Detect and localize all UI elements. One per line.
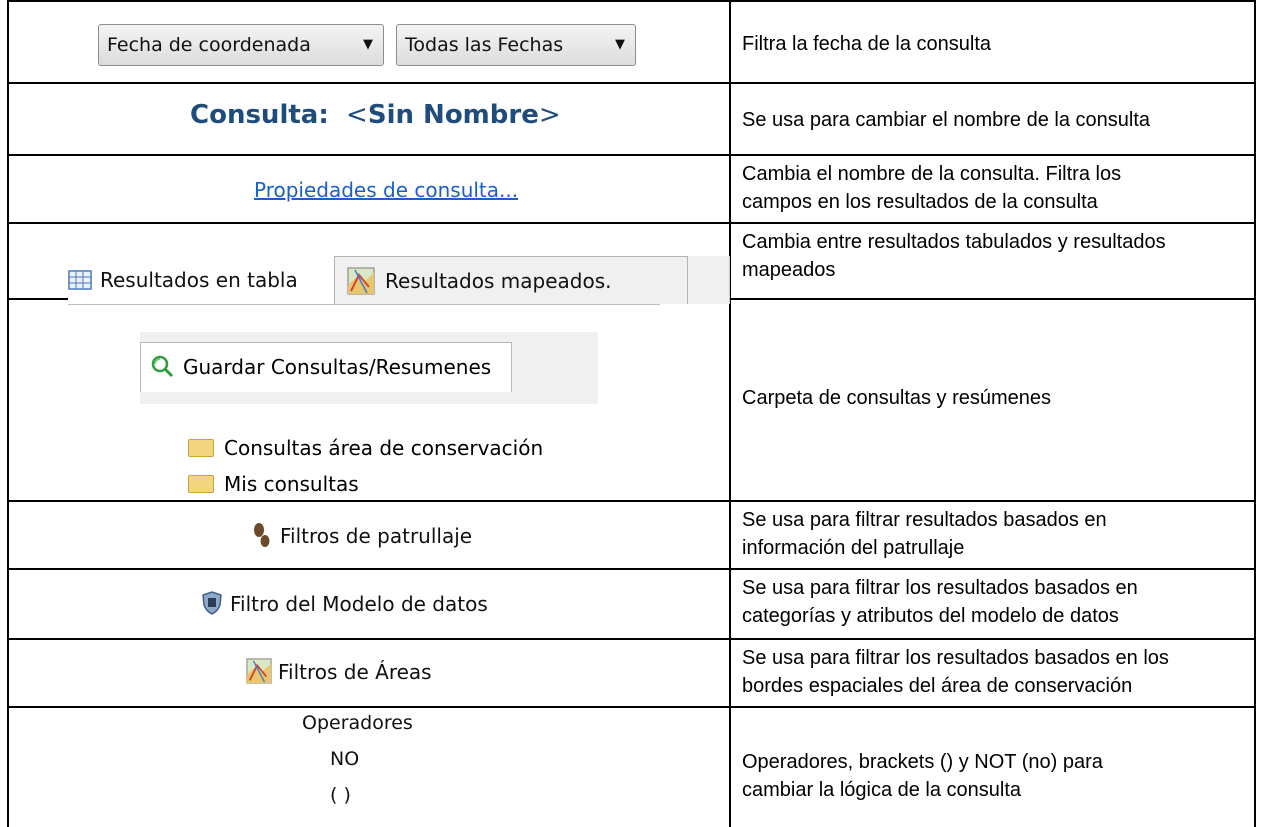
row-divider — [8, 500, 1256, 502]
results-tabs: Resultados en tabla Resultados mapeados. — [68, 256, 730, 305]
folder-label: Consultas área de conservación — [224, 436, 544, 460]
description-line: información del patrullaje — [742, 537, 965, 559]
patrol-filters-item[interactable]: Filtros de patrullaje — [250, 522, 472, 548]
row-divider — [8, 82, 1256, 84]
table-border-top — [8, 0, 1256, 2]
chevron-down-icon: ▼ — [615, 37, 625, 52]
description-line: bordes espaciales del área de conservaci… — [742, 675, 1133, 697]
folder-item[interactable]: Mis consultas — [188, 472, 359, 496]
chevron-down-icon: ▼ — [363, 37, 373, 52]
tab-table-results[interactable]: Resultados en tabla — [68, 256, 298, 304]
angle-close: > — [538, 100, 561, 130]
reference-table: Fecha de coordenada ▼ Todas las Fechas ▼… — [0, 0, 1276, 827]
date-field-dropdown-label: Fecha de coordenada — [107, 34, 311, 56]
tab-label: Resultados mapeados. — [385, 269, 612, 293]
row-description: Se usa para filtrar los resultados basad… — [742, 574, 1250, 630]
date-field-dropdown[interactable]: Fecha de coordenada ▼ — [98, 24, 384, 66]
angle-open: < — [337, 100, 368, 130]
description-line: Cambia el nombre de la consulta. Filtra … — [742, 163, 1122, 185]
tab-saved-queries[interactable]: Guardar Consultas/Resumenes — [140, 342, 512, 392]
description-line: Se usa para filtrar los resultados basad… — [742, 647, 1169, 669]
operators-header: Operadores — [302, 712, 413, 734]
tab-mapped-results[interactable]: Resultados mapeados. — [334, 256, 688, 304]
tab-label: Resultados en tabla — [100, 268, 298, 292]
description-line: campos en los resultados de la consulta — [742, 191, 1098, 213]
table-icon — [68, 270, 92, 290]
description-line: categorías y atributos del modelo de dat… — [742, 605, 1119, 627]
row-description: Cambia entre resultados tabulados y resu… — [742, 228, 1250, 284]
date-range-dropdown[interactable]: Todas las Fechas ▼ — [396, 24, 636, 66]
row-description: Se usa para filtrar resultados basados e… — [742, 506, 1250, 562]
column-divider — [729, 0, 731, 827]
description-line: Se usa para filtrar los resultados basad… — [742, 577, 1138, 599]
patrol-filters-label: Filtros de patrullaje — [280, 524, 473, 548]
footprints-icon — [254, 523, 270, 547]
date-range-dropdown-label: Todas las Fechas — [405, 34, 564, 56]
description-line: Se usa para filtrar resultados basados e… — [742, 509, 1107, 531]
description-line: Operadores, brackets () y NOT (no) para — [742, 751, 1103, 773]
row-description: Operadores, brackets () y NOT (no) para … — [742, 748, 1250, 804]
row-divider — [8, 706, 1256, 708]
row-description: Cambia el nombre de la consulta. Filtra … — [742, 160, 1250, 216]
saved-queries-panel: Guardar Consultas/Resumenes Consultas ár… — [140, 332, 598, 498]
row-divider — [8, 638, 1256, 640]
shield-icon — [202, 591, 222, 615]
row-divider — [8, 154, 1256, 156]
map-icon — [246, 658, 272, 684]
folder-icon — [188, 439, 214, 457]
row-description: Se usa para cambiar el nombre de la cons… — [742, 109, 1151, 131]
description-line: cambiar la lógica de la consulta — [742, 779, 1022, 801]
row-description: Filtra la fecha de la consulta — [742, 33, 992, 55]
data-model-filter-label: Filtro del Modelo de datos — [230, 592, 488, 616]
query-properties-link[interactable]: Propiedades de consulta... — [254, 178, 518, 202]
folder-icon — [188, 475, 214, 493]
saved-queries-icon — [151, 355, 174, 378]
row-divider — [8, 568, 1256, 570]
map-icon — [347, 267, 375, 295]
description-line: Cambia entre resultados tabulados y resu… — [742, 231, 1166, 253]
row-description: Se usa para filtrar los resultados basad… — [742, 644, 1250, 700]
area-filters-item[interactable]: Filtros de Áreas — [246, 658, 432, 684]
operator-brackets[interactable]: ( ) — [330, 784, 351, 806]
folder-label: Mis consultas — [224, 472, 359, 496]
data-model-filter-item[interactable]: Filtro del Modelo de datos — [200, 590, 488, 616]
table-border-left — [7, 0, 9, 827]
area-filters-label: Filtros de Áreas — [278, 660, 432, 684]
query-name-title[interactable]: Consulta: <Sin Nombre> — [190, 100, 561, 130]
folder-item[interactable]: Consultas área de conservación — [188, 436, 543, 460]
query-name-value: Sin Nombre — [367, 100, 539, 130]
tab-strip-filler — [688, 256, 730, 304]
table-border-right — [1254, 0, 1256, 827]
query-name-prefix: Consulta: — [190, 100, 329, 130]
operator-not[interactable]: NO — [330, 748, 359, 770]
panel-tab-label: Guardar Consultas/Resumenes — [183, 355, 492, 379]
description-line: mapeados — [742, 259, 836, 281]
row-description: Carpeta de consultas y resúmenes — [742, 387, 1052, 409]
row-divider — [8, 222, 1256, 224]
